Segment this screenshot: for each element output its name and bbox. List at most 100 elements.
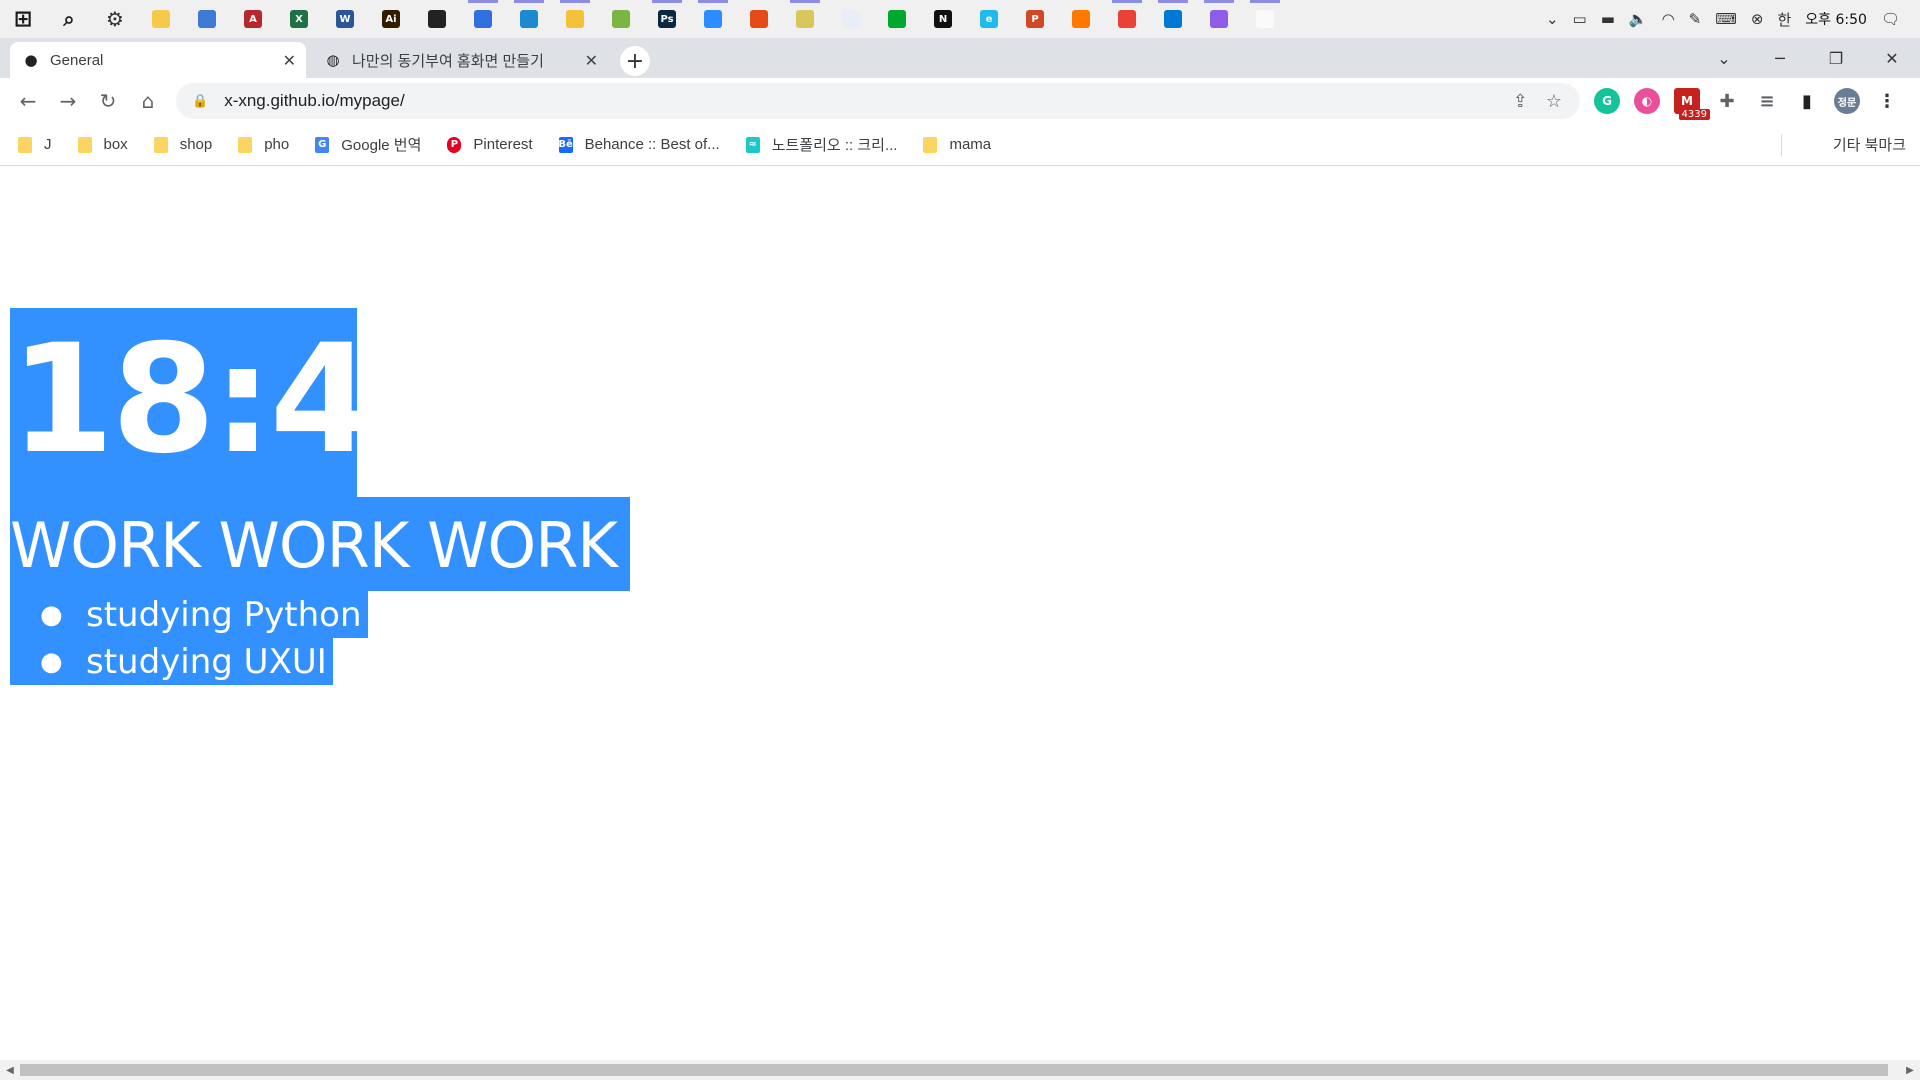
web-page: 18:48 WORK WORK WORK ● studying Python ●…	[0, 166, 1920, 1060]
edge-icon	[520, 10, 538, 28]
taskbar-app-access[interactable]: A	[230, 0, 276, 38]
evernote-icon	[888, 10, 906, 28]
taskbar-app-word[interactable]: W	[322, 0, 368, 38]
ime-indicator[interactable]: 한	[1777, 9, 1791, 30]
scroll-right-icon[interactable]: ▶	[1902, 1062, 1918, 1078]
clock-block: 18:48	[10, 308, 475, 497]
access-icon: A	[244, 10, 262, 28]
taskbar-app-sticky-notes[interactable]	[138, 0, 184, 38]
back-button[interactable]: ←	[8, 83, 48, 119]
todo-text: studying UXUI	[86, 641, 327, 682]
taskbar-app-avast[interactable]	[1058, 0, 1104, 38]
taskbar-app-vscode[interactable]	[1150, 0, 1196, 38]
bookmark-behance-best-of[interactable]: Bē Behance :: Best of...	[558, 136, 719, 153]
bookmark-google-번역[interactable]: G Google 번역	[315, 134, 421, 155]
url-text[interactable]: x-xng.github.io/mypage/	[224, 91, 405, 111]
forward-button[interactable]: →	[48, 83, 88, 119]
gmail-icon[interactable]: M 4339	[1674, 88, 1710, 120]
taskbar-app-chrome[interactable]	[1104, 0, 1150, 38]
wifi-icon[interactable]: ◠	[1662, 10, 1675, 28]
taskbar-app-notes-app[interactable]	[598, 0, 644, 38]
behance-icon: Bē	[558, 136, 573, 153]
meet-icon[interactable]: ▭	[1573, 10, 1587, 28]
scroll-left-icon[interactable]: ◀	[2, 1062, 18, 1078]
taskbar-app-evernote[interactable]	[874, 0, 920, 38]
bookmark-star-icon[interactable]: ☆	[1546, 91, 1562, 112]
taskbar-app-zoom[interactable]	[690, 0, 736, 38]
zoom-icon	[704, 10, 722, 28]
lock-icon[interactable]: 🔒	[192, 94, 208, 109]
powerpoint-icon: P	[1026, 10, 1044, 28]
new-tab-button[interactable]: +	[620, 46, 650, 76]
taskbar-app-file-explorer[interactable]	[552, 0, 598, 38]
close-window-button[interactable]: ✕	[1864, 38, 1920, 78]
battery-icon[interactable]: ▬	[1601, 10, 1615, 28]
extensions-puzzle-icon[interactable]: ✚	[1714, 88, 1740, 114]
taskbar-app-notepad[interactable]	[1242, 0, 1288, 38]
taskbar-app-photos[interactable]	[828, 0, 874, 38]
circle-x-icon[interactable]: ⊗	[1751, 10, 1764, 28]
media-queue-icon[interactable]: ≡	[1754, 88, 1780, 114]
clock-time[interactable]: 오후 6:50	[1805, 9, 1867, 29]
grammarly-icon[interactable]: G	[1594, 88, 1620, 114]
netflix-icon: N	[934, 10, 952, 28]
reload-button[interactable]: ↻	[88, 83, 128, 119]
bookmark-pinterest[interactable]: P Pinterest	[447, 136, 533, 153]
taskbar-app-app-purple[interactable]	[1196, 0, 1242, 38]
menu-kebab-icon[interactable]: ⋮	[1874, 88, 1900, 114]
bookmark-노트폴리오-크리[interactable]: ≈ 노트폴리오 :: 크리...	[745, 134, 897, 155]
keyboard-icon[interactable]: ⌨	[1715, 10, 1737, 28]
tab-search-icon[interactable]: ⌄	[1696, 38, 1752, 78]
scrollbar-thumb[interactable]	[20, 1064, 1888, 1076]
taskbar-app-search[interactable]: ⌕	[46, 0, 92, 38]
address-bar[interactable]: 🔒 x-xng.github.io/mypage/ ⇪ ☆	[176, 83, 1580, 119]
volume-icon[interactable]: 🔈	[1629, 10, 1648, 28]
bookmark-label: Pinterest	[473, 136, 533, 153]
pen-icon[interactable]: ✎	[1689, 10, 1702, 28]
bookmark-box[interactable]: box	[77, 136, 128, 153]
taskbar-app-maps[interactable]	[782, 0, 828, 38]
bookmark-label: J	[44, 136, 52, 153]
system-tray: ⌄ ▭ ▬ 🔈 ◠ ✎ ⌨ ⊗ 한 오후 6:50 🗨	[1546, 0, 1920, 38]
bookmark-pho[interactable]: pho	[238, 136, 289, 153]
home-button[interactable]: ⌂	[128, 83, 168, 119]
bookmark-j[interactable]: J	[18, 136, 52, 153]
horizontal-scrollbar[interactable]: ◀ ▶	[0, 1060, 1920, 1080]
google-translate-icon: G	[315, 136, 330, 153]
chevron-down-icon[interactable]: ⌄	[1546, 10, 1559, 28]
minimize-button[interactable]: ─	[1752, 38, 1808, 78]
restore-button[interactable]: ❐	[1808, 38, 1864, 78]
close-icon[interactable]: ✕	[585, 51, 598, 70]
tab-general[interactable]: ● General ✕	[10, 42, 306, 78]
taskbar-app-internet-explorer[interactable]: e	[966, 0, 1012, 38]
taskbar-app-office[interactable]	[736, 0, 782, 38]
bookmark-shop[interactable]: shop	[153, 136, 212, 153]
taskbar-app-edge[interactable]	[506, 0, 552, 38]
folder-icon	[18, 136, 32, 153]
notification-icon[interactable]: 🗨	[1881, 10, 1900, 28]
side-panel-icon[interactable]: ▮	[1794, 88, 1820, 114]
close-icon[interactable]: ✕	[283, 51, 296, 70]
tab-motivation[interactable]: ◍ 나만의 동기부여 홈화면 만들기 ✕	[312, 42, 608, 78]
taskbar-app-netflix[interactable]: N	[920, 0, 966, 38]
taskbar-apps: ⊞ ⌕ ⚙ A X W Ai Ps Ne P	[0, 0, 1288, 38]
bookmarks-divider	[1781, 134, 1782, 156]
color-picker-icon[interactable]: ◐	[1634, 88, 1660, 114]
taskbar-app-illustrator[interactable]: Ai	[368, 0, 414, 38]
app-purple-icon	[1210, 10, 1228, 28]
taskbar-app-inkscape[interactable]	[414, 0, 460, 38]
taskbar-app-app-blue[interactable]	[184, 0, 230, 38]
taskbar-app-excel[interactable]: X	[276, 0, 322, 38]
taskbar-app-powerpoint[interactable]: P	[1012, 0, 1058, 38]
bookmark-label: Google 번역	[341, 137, 422, 154]
windows-taskbar: ⊞ ⌕ ⚙ A X W Ai Ps Ne P ⌄ ▭ ▬ 🔈 ◠ ✎ ⌨ ⊗ 한 오후 6:50 …	[0, 0, 1920, 38]
share-icon[interactable]: ⇪	[1513, 91, 1528, 112]
notes-app-icon	[612, 10, 630, 28]
taskbar-app-windows-start[interactable]: ⊞	[0, 0, 46, 38]
bookmark-mama[interactable]: mama	[923, 136, 991, 153]
taskbar-app-photoshop[interactable]: Ps	[644, 0, 690, 38]
taskbar-app-settings[interactable]: ⚙	[92, 0, 138, 38]
taskbar-app-app-circle[interactable]	[460, 0, 506, 38]
other-bookmarks[interactable]: 기타 북마크	[1833, 134, 1906, 155]
profile-avatar[interactable]: 정문	[1834, 88, 1860, 114]
